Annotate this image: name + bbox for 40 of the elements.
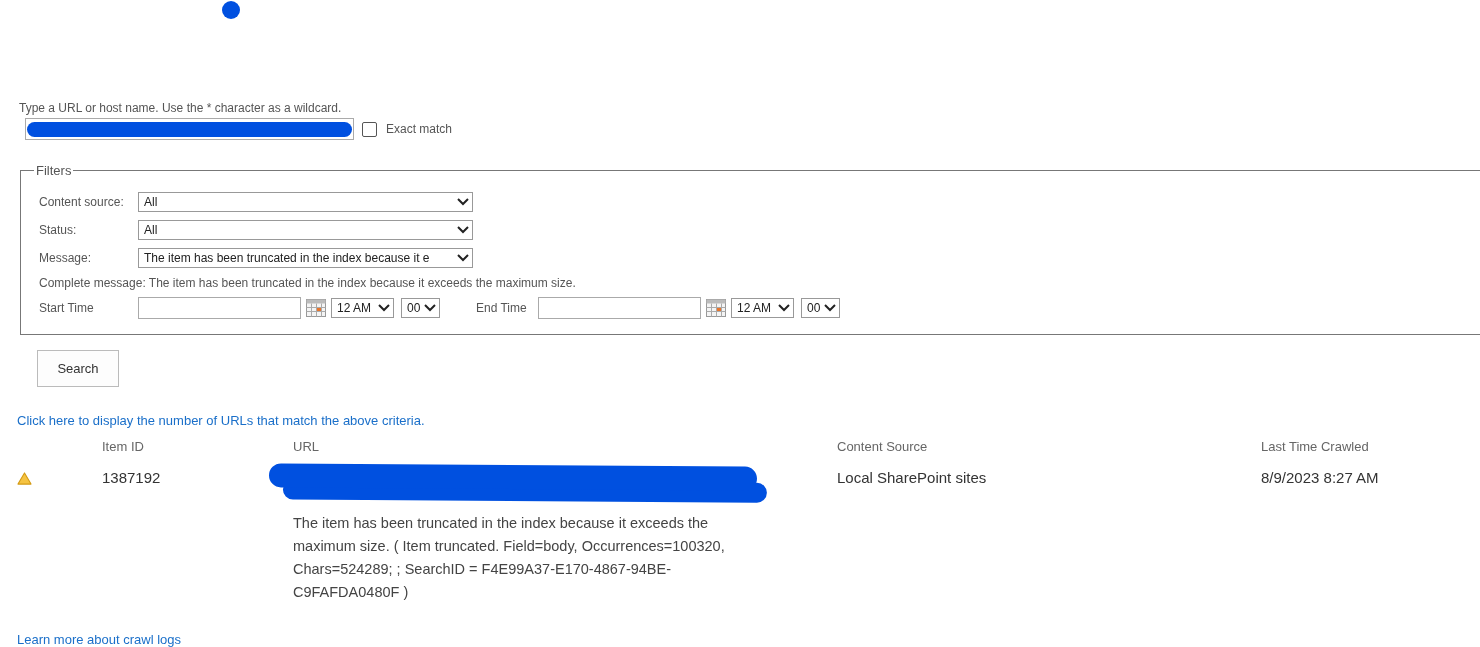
hour-dropdown[interactable]: 12 AM xyxy=(331,298,394,318)
chevron-down-icon xyxy=(824,304,836,312)
dot-mark xyxy=(222,1,240,19)
chevron-down-icon xyxy=(378,304,390,312)
time-label: Start Time xyxy=(39,301,95,315)
chevron-down-icon xyxy=(457,226,469,234)
filter-dropdown[interactable]: All xyxy=(138,192,473,212)
column-header: URL xyxy=(293,439,320,454)
count-link[interactable]: Click here to display the number of URLs that match the above criteria. xyxy=(17,413,425,428)
filter-dropdown[interactable]: The item has been truncated in the index because it e xyxy=(138,248,473,268)
exact-match-checkbox[interactable] xyxy=(362,121,377,137)
chevron-down-icon xyxy=(778,304,790,312)
complete-message: Complete message: The item has been truncated in the index because it exceeds the maximum size. xyxy=(39,276,577,290)
url-hint: Type a URL or host name. Use the * character as a wildcard. xyxy=(19,101,343,115)
crawl-logs-link[interactable]: Learn more about crawl logs xyxy=(17,632,182,647)
last-crawled-cell-text: 8/9/2023 8:27 AM xyxy=(1261,469,1380,486)
column-header: Content Source xyxy=(837,439,929,454)
chevron-down-icon xyxy=(424,304,436,312)
item-id-cell-text: 1387192 xyxy=(102,469,162,486)
chevron-down-icon xyxy=(457,198,469,206)
search-button[interactable]: Search xyxy=(37,350,119,387)
calendar-icon[interactable] xyxy=(306,299,326,317)
exact-match-label: Exact match xyxy=(386,122,453,136)
minute-dropdown[interactable]: 00 xyxy=(401,298,440,318)
hour-dropdown[interactable]: 12 AM xyxy=(731,298,794,318)
calendar-icon[interactable] xyxy=(706,299,726,317)
filter-label: Content source: xyxy=(39,195,125,209)
crawl-message: The item has been truncated in the index because it exceeds the maximum size. ( Item truncated. Field=body, Occurrences=100320, Chars=524289; ; SearchID = F4E99A37-E170-4867-94BE-C9FAFDA0480F ) xyxy=(293,514,726,602)
filter-label: Status: xyxy=(39,223,78,237)
date-input-field[interactable] xyxy=(538,297,701,319)
date-input-field[interactable] xyxy=(138,297,301,319)
chevron-down-icon xyxy=(457,254,469,262)
content-source-cell-text: Local SharePoint sites xyxy=(837,469,988,486)
column-header: Item ID xyxy=(102,439,145,454)
minute-dropdown[interactable]: 00 xyxy=(801,298,840,318)
column-header: Last Time Crawled xyxy=(1261,439,1370,454)
time-label: End Time xyxy=(476,301,528,315)
filter-label: Message: xyxy=(39,251,93,265)
filters-legend: Filters xyxy=(34,163,74,178)
filter-dropdown[interactable]: All xyxy=(138,220,473,240)
